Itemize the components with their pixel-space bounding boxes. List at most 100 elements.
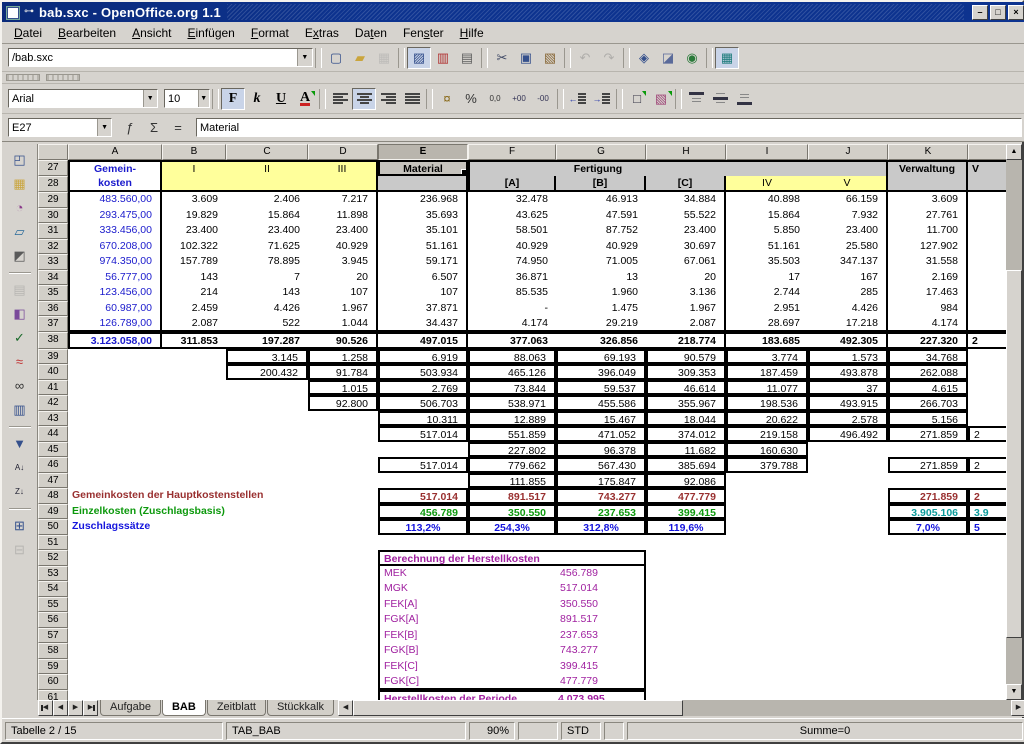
menu-fenster[interactable]: Fenster	[395, 24, 452, 42]
cell[interactable]	[726, 160, 808, 176]
cell[interactable]: FEK[A]	[378, 597, 556, 613]
cell[interactable]: 670.208,00	[68, 239, 162, 255]
cell[interactable]: 43.625	[468, 208, 556, 224]
cell[interactable]: [C]	[646, 176, 726, 192]
find-replace-button[interactable]: ∞	[7, 374, 33, 398]
cell[interactable]: 456.789	[378, 504, 468, 520]
cell[interactable]: 34.768	[888, 349, 968, 365]
cell[interactable]	[968, 208, 1010, 224]
cell[interactable]: 107	[378, 285, 468, 301]
cell[interactable]: 465.126	[468, 364, 556, 380]
cell[interactable]	[888, 176, 968, 192]
cell[interactable]	[968, 239, 1010, 255]
open-button[interactable]: ▰	[348, 47, 372, 69]
font-name-dropdown-icon[interactable]: ▼	[143, 90, 157, 107]
add-decimal-button[interactable]: +00	[507, 88, 531, 110]
cell[interactable]: 522	[226, 316, 308, 332]
cell[interactable]: 2	[968, 426, 1010, 442]
cell[interactable]: II	[226, 160, 308, 176]
cell[interactable]	[968, 316, 1010, 332]
insert-cells-button[interactable]: ▦	[7, 172, 33, 196]
cell[interactable]: Herstellkosten der Periode	[378, 690, 556, 701]
cell[interactable]: Material	[378, 160, 468, 176]
cell[interactable]: 20.622	[726, 411, 808, 427]
cell[interactable]: 5	[968, 519, 1010, 535]
cell[interactable]: FEK[C]	[378, 659, 556, 675]
cell[interactable]: 891.517	[468, 488, 556, 504]
column-header-I[interactable]: I	[726, 144, 808, 160]
cell[interactable]: 18.044	[646, 411, 726, 427]
cell[interactable]: 506.703	[378, 395, 468, 411]
formula-input[interactable]	[197, 119, 1021, 136]
cell[interactable]: 31.558	[888, 254, 968, 270]
column-header-C[interactable]: C	[226, 144, 308, 160]
cell[interactable]: 92.086	[646, 473, 726, 489]
cell[interactable]: 35.503	[726, 254, 808, 270]
cell[interactable]	[968, 223, 1010, 239]
cell[interactable]: 567.430	[556, 457, 646, 473]
align-right-button[interactable]	[376, 88, 400, 110]
column-header-E[interactable]: E	[378, 144, 468, 160]
cell[interactable]: 477.779	[646, 488, 726, 504]
cell[interactable]: 51.161	[726, 239, 808, 255]
cell[interactable]: 20	[646, 270, 726, 286]
menu-daten[interactable]: Daten	[347, 24, 395, 42]
autoformat-button[interactable]: ◧	[7, 302, 33, 326]
auto-spellcheck-button[interactable]: ≈	[7, 350, 33, 374]
cell[interactable]: Zuschlagssätze	[68, 519, 378, 535]
cell[interactable]: 2	[968, 488, 1010, 504]
cell[interactable]: 312,8%	[556, 519, 646, 535]
cell[interactable]: 538.971	[468, 395, 556, 411]
cell[interactable]: 4.073.995	[556, 690, 646, 701]
column-header-D[interactable]: D	[308, 144, 378, 160]
hscroll-right-icon[interactable]: ▶	[1011, 700, 1024, 716]
group-button[interactable]: ⊞	[7, 514, 33, 538]
cell[interactable]: 90.526	[308, 332, 378, 349]
cell[interactable]: 175.847	[556, 473, 646, 489]
cell[interactable]: 200.432	[226, 364, 308, 380]
cell[interactable]: 58.501	[468, 223, 556, 239]
row-header-30[interactable]: 30	[38, 208, 68, 224]
cell[interactable]: 59.171	[378, 254, 468, 270]
cell[interactable]: 311.853	[162, 332, 226, 349]
cell[interactable]: 69.193	[556, 349, 646, 365]
align-bottom-button[interactable]	[732, 88, 756, 110]
cell[interactable]: 113,2%	[378, 519, 468, 535]
column-header-H[interactable]: H	[646, 144, 726, 160]
row-header-58[interactable]: 58	[38, 643, 68, 659]
row-header-55[interactable]: 55	[38, 597, 68, 613]
font-name-input[interactable]	[9, 90, 143, 107]
row-header-53[interactable]: 53	[38, 566, 68, 582]
row-header-33[interactable]: 33	[38, 254, 68, 270]
vertical-scroll-thumb[interactable]	[1006, 270, 1022, 638]
cell[interactable]: 237.653	[556, 628, 646, 644]
cell[interactable]: 309.353	[646, 364, 726, 380]
cell[interactable]: 3.945	[308, 254, 378, 270]
spellcheck-button[interactable]: ✓	[7, 326, 33, 350]
cell[interactable]: 218.774	[646, 332, 726, 349]
cell[interactable]: 1.960	[556, 285, 646, 301]
column-header-A[interactable]: A	[68, 144, 162, 160]
cell[interactable]: 350.550	[556, 597, 646, 613]
cell[interactable]: 56.777,00	[68, 270, 162, 286]
cell[interactable]: 271.859	[888, 488, 968, 504]
cell[interactable]: 197.287	[226, 332, 308, 349]
name-box[interactable]: ▼	[8, 118, 112, 137]
cell[interactable]: 11.898	[308, 208, 378, 224]
cell[interactable]: 13	[556, 270, 646, 286]
cell[interactable]: 271.859	[888, 457, 968, 473]
cell[interactable]: 160.630	[726, 442, 808, 458]
name-box-dropdown-icon[interactable]: ▼	[97, 119, 111, 136]
cell[interactable]: 66.159	[808, 192, 888, 208]
row-header-44[interactable]: 44	[38, 426, 68, 442]
cell[interactable]: 187.459	[726, 364, 808, 380]
cell[interactable]: 2.406	[226, 192, 308, 208]
cell[interactable]: 399.415	[556, 659, 646, 675]
row-header-46[interactable]: 46	[38, 457, 68, 473]
name-box-input[interactable]	[9, 119, 97, 136]
cell[interactable]: 28.697	[726, 316, 808, 332]
row-header-49[interactable]: 49	[38, 504, 68, 520]
cell[interactable]: 78.895	[226, 254, 308, 270]
horizontal-scrollbar[interactable]	[353, 700, 1011, 716]
cell[interactable]: 743.277	[556, 643, 646, 659]
